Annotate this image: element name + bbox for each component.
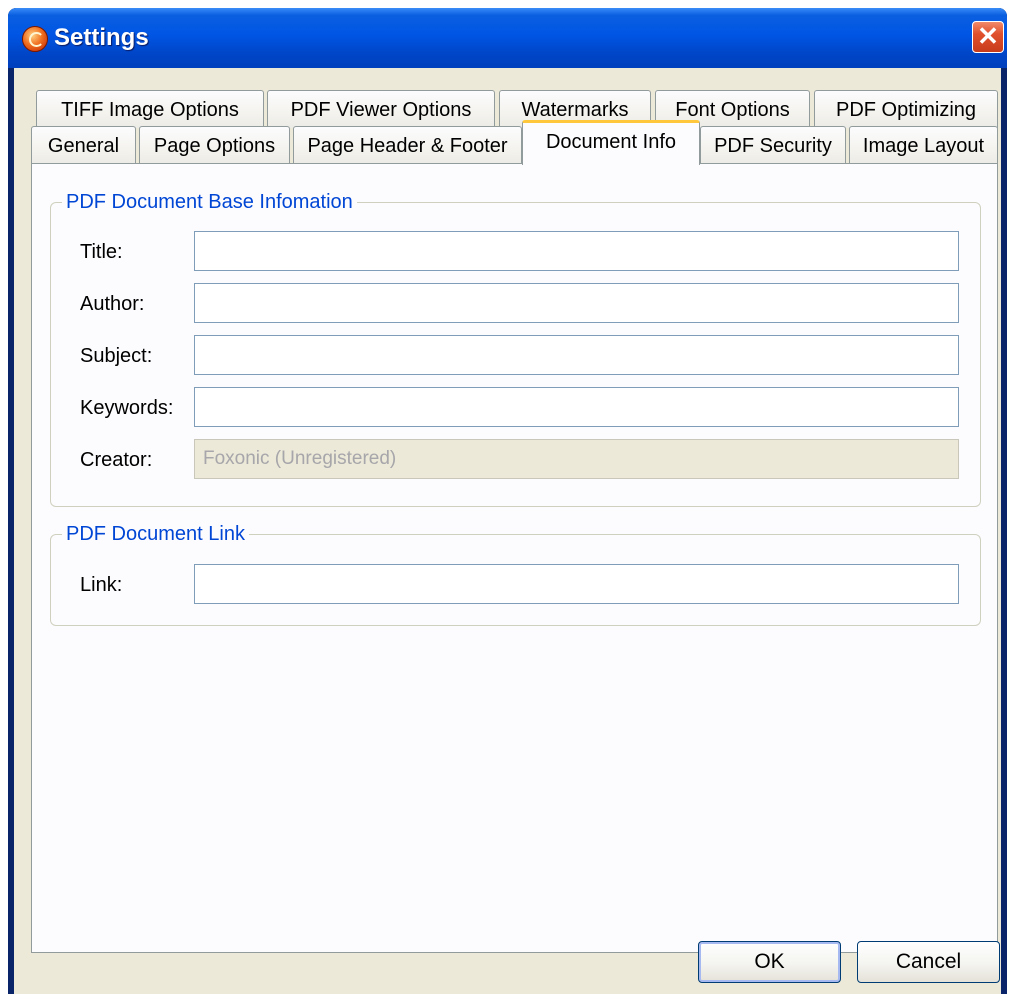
title-bar[interactable]: Settings ✕ — [8, 8, 1007, 68]
creator-field — [194, 439, 959, 479]
window-title: Settings — [54, 24, 149, 51]
tab-pdf-security[interactable]: PDF Security — [700, 126, 846, 164]
close-button[interactable]: ✕ — [972, 21, 1004, 53]
tab-page-header-footer[interactable]: Page Header & Footer — [293, 126, 522, 164]
title-label: Title: — [80, 241, 123, 263]
author-field[interactable] — [194, 283, 959, 323]
subject-label: Subject: — [80, 345, 153, 367]
tab-page-options[interactable]: Page Options — [139, 126, 290, 164]
base-info-legend: PDF Document Base Infomation — [62, 189, 357, 215]
tab-pdf-viewer-options[interactable]: PDF Viewer Options — [267, 90, 495, 128]
creator-label: Creator: — [80, 449, 153, 471]
tab-general[interactable]: General — [31, 126, 136, 164]
settings-window: Settings ✕ TIFF Image Options PDF Viewer… — [8, 8, 1007, 994]
tab-image-layout[interactable]: Image Layout — [849, 126, 998, 164]
title-field[interactable] — [194, 231, 959, 271]
link-label: Link: — [80, 574, 123, 596]
dialog-client-area: TIFF Image Options PDF Viewer Options Wa… — [14, 68, 1001, 994]
subject-field[interactable] — [194, 335, 959, 375]
link-legend: PDF Document Link — [62, 521, 249, 547]
author-label: Author: — [80, 293, 145, 315]
tab-pdf-optimizing[interactable]: PDF Optimizing — [814, 90, 998, 128]
cancel-button[interactable]: Cancel — [857, 941, 1000, 983]
ok-button[interactable]: OK — [698, 941, 841, 983]
foxonic-app-icon — [22, 26, 48, 52]
tab-tiff-image-options[interactable]: TIFF Image Options — [36, 90, 264, 128]
document-info-panel: PDF Document Base Infomation Title: Auth… — [31, 163, 998, 953]
keywords-label: Keywords: — [80, 397, 174, 419]
tab-document-info[interactable]: Document Info — [522, 120, 700, 165]
keywords-field[interactable] — [194, 387, 959, 427]
link-field[interactable] — [194, 564, 959, 604]
